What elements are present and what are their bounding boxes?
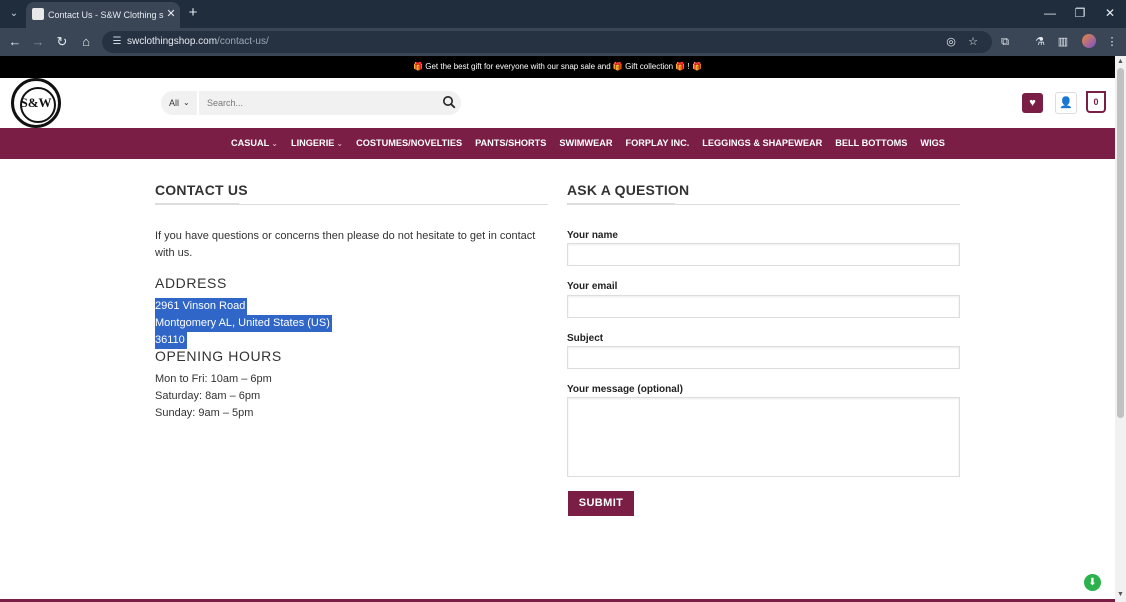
nav-item-casual[interactable]: CASUAL ⌄ [231, 128, 278, 159]
chevron-down-icon: ⌄ [271, 139, 278, 148]
email-field[interactable] [567, 295, 960, 318]
profile-avatar[interactable] [1082, 34, 1096, 48]
category-select[interactable]: All ⌄ [161, 91, 197, 115]
reload-icon[interactable]: ↻ [53, 33, 71, 51]
hours-line: Mon to Fri: 10am – 6pm [155, 373, 272, 385]
new-tab-icon[interactable]: + [186, 5, 200, 21]
email-label: Your email [567, 281, 618, 292]
address-heading: ADDRESS [155, 275, 227, 291]
main-nav-list: CASUAL ⌄ LINGERIE ⌄ COSTUMES/NOVELTIES PANTS/… [231, 128, 945, 159]
site-info-icon[interactable]: ☰ [110, 35, 124, 49]
heading-underline [567, 203, 675, 205]
site-header: S&W All ⌄ ♥ 👤 0 [0, 78, 1115, 128]
logo-text: S&W [20, 95, 52, 110]
nav-item-forplay-inc[interactable]: FORPLAY INC. [625, 128, 689, 159]
eye-slash-icon[interactable]: ◎ [944, 35, 958, 49]
ask-question-heading: ASK A QUESTION [567, 182, 690, 198]
search-bar: All ⌄ [161, 91, 461, 115]
nav-item-pants-shorts[interactable]: PANTS/SHORTS [475, 128, 546, 159]
submit-button[interactable]: SUBMIT [568, 491, 634, 516]
nav-item-label: SWIMWEAR [559, 138, 613, 148]
labs-icon[interactable]: ⚗ [1032, 34, 1048, 50]
minimize-icon[interactable]: — [1040, 4, 1060, 22]
tab-search-icon[interactable]: ⌄ [6, 6, 22, 22]
address-line: 2961 Vinson Road [155, 298, 248, 315]
address-line: 36110 [155, 332, 187, 349]
url-text: swclothingshop.com/contact-us/ [127, 36, 269, 47]
nav-item-bell-bottoms[interactable]: BELL BOTTOMS [835, 128, 907, 159]
name-field[interactable] [567, 243, 960, 266]
contact-heading: CONTACT US [155, 182, 248, 198]
chevron-down-icon: ⌄ [336, 139, 344, 148]
subject-field[interactable] [567, 346, 960, 369]
browser-tab[interactable]: Contact Us - S&W Clothing sh ✕ [26, 2, 180, 28]
nav-item-label: CASUAL [231, 138, 270, 148]
site-logo[interactable]: S&W [11, 78, 61, 128]
nav-item-label: LINGERIE [290, 138, 335, 148]
search-input[interactable] [199, 91, 461, 115]
search-icon[interactable] [442, 95, 456, 109]
cart-button[interactable]: 0 [1086, 91, 1106, 113]
site-favicon-icon [32, 8, 44, 20]
extensions-icon[interactable]: ⧉ [997, 34, 1013, 50]
account-user-icon[interactable]: 👤 [1055, 92, 1077, 114]
opening-hours-heading: OPENING HOURS [155, 348, 282, 364]
main-navigation: CASUAL ⌄ LINGERIE ⌄ COSTUMES/NOVELTIES PANTS/… [0, 128, 1115, 159]
scrollbar-thumb[interactable] [1117, 68, 1124, 418]
restore-icon[interactable]: ❐ [1070, 4, 1090, 22]
chevron-down-icon: ⌄ [183, 98, 190, 107]
side-panel-icon[interactable]: ▥ [1055, 34, 1071, 50]
nav-item-label: PANTS/SHORTS [475, 138, 547, 148]
heading-underline [155, 203, 239, 205]
window-close-icon[interactable]: ✕ [1100, 4, 1120, 22]
address-line: Montgomery AL, United States (US) [155, 315, 332, 332]
nav-item-label: LEGGINGS & SHAPEWEAR [702, 138, 823, 148]
nav-item-leggings-shapewear[interactable]: LEGGINGS & SHAPEWEAR [702, 128, 822, 159]
page-scrollbar[interactable]: ▲ ▼ [1115, 56, 1126, 602]
nav-item-label: COSTUMES/NOVELTIES [356, 138, 463, 148]
back-icon[interactable]: ← [6, 33, 24, 51]
nav-item-label: BELL BOTTOMS [835, 138, 908, 148]
web-page: 🎁 Get the best gift for everyone with ou… [0, 56, 1115, 602]
nav-item-wigs[interactable]: WIGS [920, 128, 945, 159]
address-bar[interactable]: ☰ swclothingshop.com/contact-us/ ◎ ☆ [102, 31, 992, 53]
nav-item-swimwear[interactable]: SWIMWEAR [559, 128, 612, 159]
bookmark-star-icon[interactable]: ☆ [966, 35, 980, 49]
forward-icon[interactable]: → [29, 33, 47, 51]
hours-line: Saturday: 8am – 6pm [155, 390, 261, 402]
browser-toolbar: ← → ↻ ⌂ ☰ swclothingshop.com/contact-us/… [0, 28, 1126, 56]
subject-label: Subject [567, 333, 604, 344]
hours-line: Sunday: 9am – 5pm [155, 407, 254, 419]
contact-intro-text: If you have questions or concerns then p… [155, 230, 536, 259]
message-textarea[interactable] [567, 397, 960, 477]
nav-item-lingerie[interactable]: LINGERIE ⌄ [291, 128, 343, 159]
download-badge-icon[interactable]: ⬇ [1084, 574, 1101, 591]
nav-item-label: WIGS [920, 138, 945, 148]
nav-item-costumes-novelties[interactable]: COSTUMES/NOVELTIES [356, 128, 462, 159]
wishlist-heart-icon[interactable]: ♥ [1022, 93, 1043, 113]
message-label: Your message (optional) [567, 384, 683, 395]
browser-tab-bar: ⌄ Contact Us - S&W Clothing sh ✕ + — ❐ ✕ [0, 0, 1126, 28]
browser-menu-icon[interactable]: ⋮ [1104, 34, 1120, 50]
home-icon[interactable]: ⌂ [77, 33, 95, 51]
nav-item-label: FORPLAY INC. [625, 138, 690, 148]
name-label: Your name [567, 230, 618, 241]
scroll-down-icon[interactable]: ▼ [1117, 591, 1124, 598]
tab-close-icon[interactable]: ✕ [165, 7, 177, 21]
category-select-value: All [169, 98, 180, 108]
tab-title: Contact Us - S&W Clothing sh [48, 10, 164, 20]
scroll-up-icon[interactable]: ▲ [1117, 58, 1124, 65]
promo-banner: 🎁 Get the best gift for everyone with ou… [0, 56, 1115, 78]
